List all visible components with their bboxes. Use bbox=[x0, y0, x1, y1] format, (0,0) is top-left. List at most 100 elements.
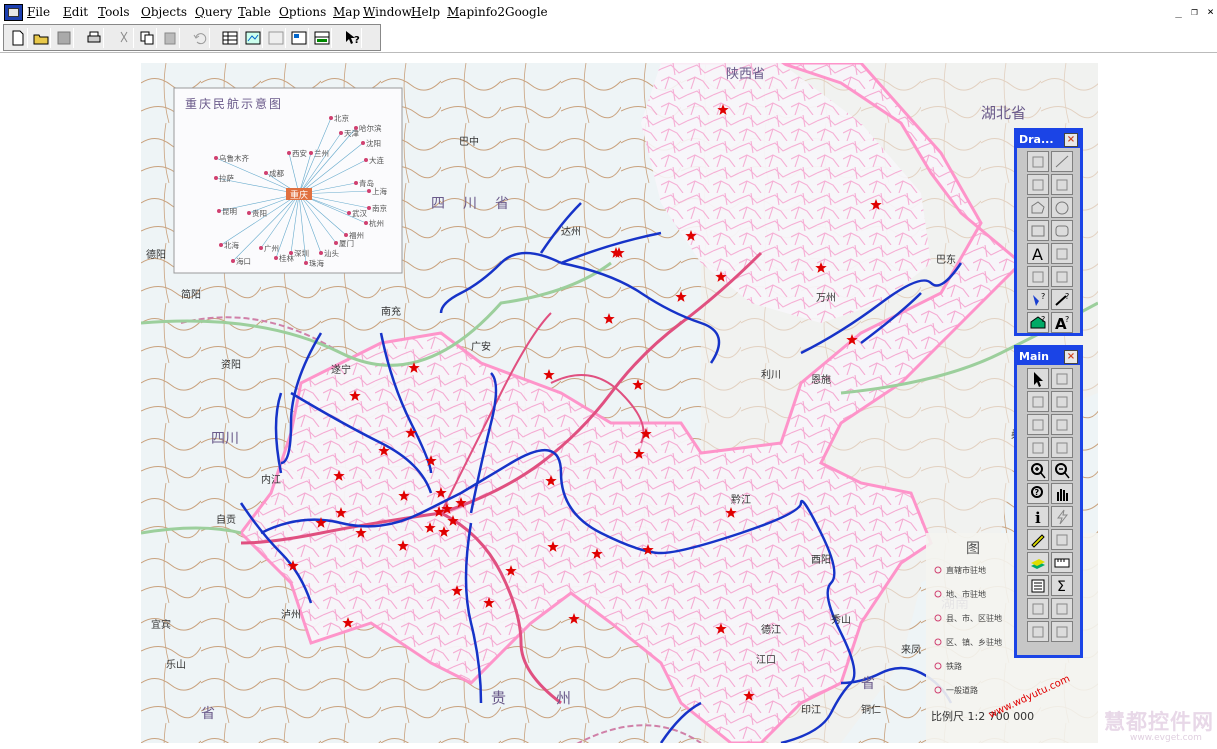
new-grapher-icon[interactable] bbox=[266, 28, 286, 48]
hotlink-icon[interactable] bbox=[1051, 506, 1073, 527]
cut-icon[interactable] bbox=[114, 28, 134, 48]
inset-hub-label: 重庆 bbox=[290, 189, 308, 201]
city-label: 乐山 bbox=[166, 659, 186, 671]
reshape-icon[interactable] bbox=[1027, 266, 1049, 287]
inset-city-dot bbox=[334, 241, 338, 245]
new-mapper-icon[interactable] bbox=[243, 28, 263, 48]
main-palette-title[interactable]: Main × bbox=[1017, 348, 1080, 365]
frame-icon[interactable] bbox=[1051, 243, 1073, 264]
menu-help[interactable]: Help bbox=[411, 5, 440, 19]
inset-city-dot bbox=[329, 116, 333, 120]
browse-select-icon[interactable] bbox=[1051, 437, 1073, 458]
polyline-icon[interactable] bbox=[1027, 174, 1049, 195]
open-icon[interactable] bbox=[31, 28, 51, 48]
city-label: 自贡 bbox=[216, 513, 236, 526]
menu-file[interactable]: File bbox=[27, 5, 50, 19]
menu-objects[interactable]: Objects bbox=[141, 5, 187, 19]
legend-item-label: 一般道路 bbox=[946, 685, 978, 695]
menu-mapinfo2google[interactable]: Mapinfo2Google bbox=[447, 5, 548, 19]
inset-city-dot bbox=[354, 126, 358, 130]
inset-city-label: 海口 bbox=[236, 256, 251, 266]
new-icon[interactable] bbox=[8, 28, 28, 48]
inset-city-dot bbox=[264, 171, 268, 175]
polygon-select-icon[interactable] bbox=[1051, 391, 1073, 412]
zoom-out-icon[interactable] bbox=[1051, 460, 1073, 481]
inset-city-dot bbox=[219, 243, 223, 247]
text-style-icon[interactable]: A? bbox=[1051, 312, 1073, 333]
print-icon[interactable] bbox=[84, 28, 104, 48]
minimize-button[interactable]: _ bbox=[1172, 5, 1185, 18]
inset-city-dot bbox=[344, 233, 348, 237]
add-node-icon[interactable] bbox=[1051, 266, 1073, 287]
select-icon[interactable] bbox=[1027, 368, 1049, 389]
show-statistics-icon[interactable] bbox=[1051, 621, 1073, 642]
line-style-icon[interactable]: ? bbox=[1051, 289, 1073, 310]
help-pointer-icon[interactable]: ? bbox=[342, 28, 362, 48]
grabber-icon[interactable] bbox=[1051, 483, 1073, 504]
legend-icon[interactable] bbox=[1027, 575, 1049, 596]
drag-window-icon[interactable] bbox=[1051, 529, 1073, 550]
close-button[interactable]: × bbox=[1204, 5, 1217, 18]
site-watermark: 慧都控件网 bbox=[1104, 710, 1214, 734]
menu-map[interactable]: Map bbox=[333, 5, 360, 19]
inset-city-label: 大连 bbox=[369, 155, 384, 165]
menu-table[interactable]: Table bbox=[238, 5, 271, 19]
city-label: 遂宁 bbox=[331, 363, 351, 376]
unselect-all-icon[interactable] bbox=[1051, 414, 1073, 435]
menu-query[interactable]: Query bbox=[195, 5, 232, 19]
info-icon[interactable]: i bbox=[1027, 506, 1049, 527]
close-icon[interactable]: × bbox=[1064, 133, 1078, 147]
symbol-style-icon[interactable]: ? bbox=[1027, 289, 1049, 310]
paste-icon[interactable] bbox=[160, 28, 180, 48]
save-icon[interactable] bbox=[54, 28, 74, 48]
marquee-select-icon[interactable] bbox=[1051, 368, 1073, 389]
close-icon[interactable]: × bbox=[1064, 350, 1078, 364]
redistrict-icon[interactable] bbox=[312, 28, 332, 48]
restore-button[interactable]: ❐ bbox=[1188, 5, 1201, 18]
menu-window[interactable]: Window bbox=[363, 5, 412, 19]
change-view-icon[interactable]: ? bbox=[1027, 483, 1049, 504]
clip-region-icon[interactable] bbox=[1027, 598, 1049, 619]
new-browser-icon[interactable] bbox=[220, 28, 240, 48]
rectangle-icon[interactable] bbox=[1027, 220, 1049, 241]
arc-icon[interactable] bbox=[1051, 174, 1073, 195]
line-icon[interactable] bbox=[1051, 151, 1073, 172]
app-icon[interactable] bbox=[4, 4, 23, 21]
inset-city-label: 广州 bbox=[264, 243, 279, 253]
inset-city-dot bbox=[309, 151, 313, 155]
show-legend-icon[interactable] bbox=[1027, 621, 1049, 642]
drawing-palette[interactable]: Dra... × A??? A? bbox=[1014, 128, 1083, 336]
menu-options[interactable]: Options bbox=[279, 5, 326, 19]
legend-item-label: 地、市驻地 bbox=[946, 589, 986, 599]
polygon-icon[interactable] bbox=[1027, 197, 1049, 218]
main-palette[interactable]: Main × ? i Σ bbox=[1014, 345, 1083, 658]
rounded-rect-icon[interactable] bbox=[1051, 220, 1073, 241]
symbol-icon[interactable] bbox=[1027, 151, 1049, 172]
ruler-icon[interactable] bbox=[1051, 552, 1073, 573]
inset-city-dot bbox=[339, 131, 343, 135]
new-layout-icon[interactable] bbox=[289, 28, 309, 48]
menu-edit[interactable]: Edit bbox=[63, 5, 88, 19]
menu-tools[interactable]: Tools bbox=[98, 5, 130, 19]
region-style-icon[interactable]: ? bbox=[1027, 312, 1049, 333]
city-label: 简阳 bbox=[181, 288, 201, 301]
map-label-sheng-2: 省 bbox=[861, 676, 875, 692]
ellipse-icon[interactable] bbox=[1051, 197, 1073, 218]
map-canvas[interactable]: 陕西省 四川省 湖北省 湖南 贵州 四川 省 省 巴中 达州 万州 南充 广安 … bbox=[141, 63, 1098, 743]
city-label: 巴中 bbox=[459, 135, 479, 148]
boundary-select-icon[interactable] bbox=[1027, 414, 1049, 435]
graph-select-icon[interactable] bbox=[1027, 437, 1049, 458]
layer-control-icon[interactable] bbox=[1027, 552, 1049, 573]
radius-select-icon[interactable] bbox=[1027, 391, 1049, 412]
copy-icon[interactable] bbox=[137, 28, 157, 48]
drawing-palette-title[interactable]: Dra... × bbox=[1017, 131, 1080, 148]
label-icon[interactable] bbox=[1027, 529, 1049, 550]
inset-city-dot bbox=[247, 211, 251, 215]
statistics-icon[interactable]: Σ bbox=[1051, 575, 1073, 596]
undo-icon[interactable] bbox=[190, 28, 210, 48]
set-target-icon[interactable] bbox=[1051, 598, 1073, 619]
text-icon[interactable]: A bbox=[1027, 243, 1049, 264]
zoom-in-icon[interactable] bbox=[1027, 460, 1049, 481]
svg-text:?: ? bbox=[1035, 488, 1040, 497]
svg-text:?: ? bbox=[354, 35, 360, 46]
